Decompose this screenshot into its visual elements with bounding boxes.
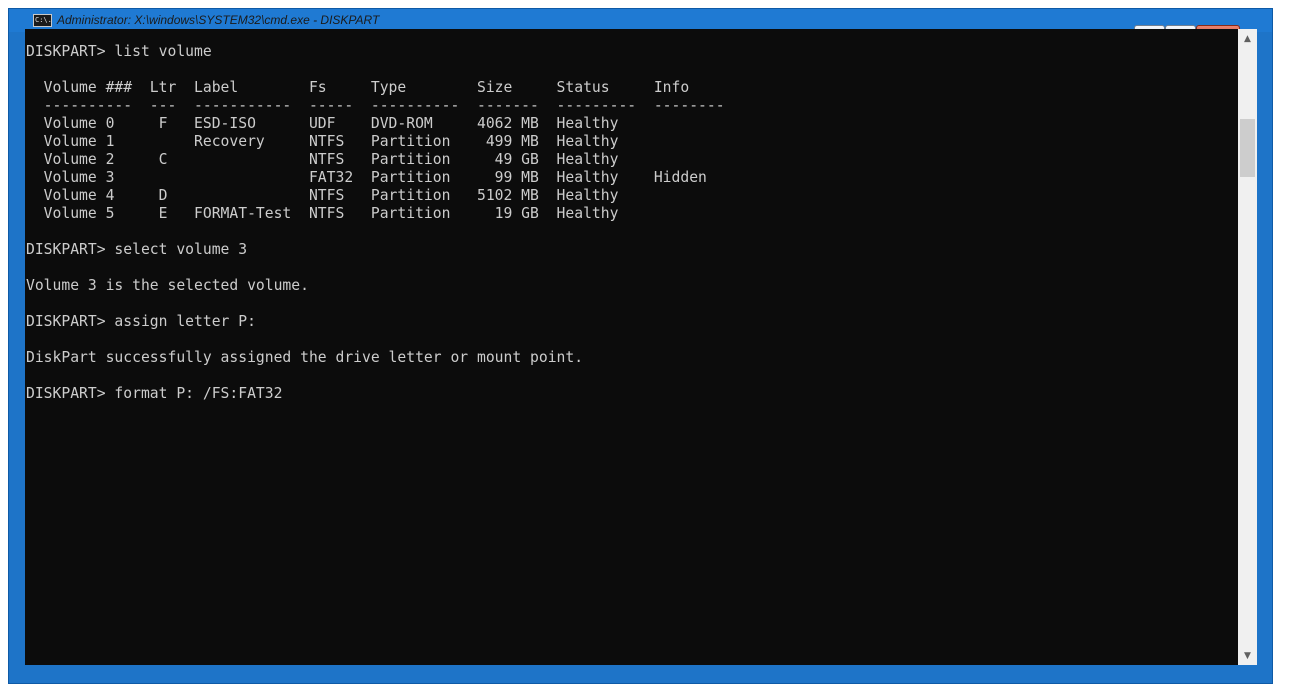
console-output[interactable]: DISKPART> list volume Volume ### Ltr Lab… bbox=[25, 29, 1238, 665]
scroll-up-icon[interactable]: ▲ bbox=[1238, 29, 1257, 48]
vertical-scrollbar[interactable]: ▲ ▼ bbox=[1238, 29, 1257, 665]
scroll-thumb[interactable] bbox=[1240, 119, 1255, 177]
window-title: Administrator: X:\windows\SYSTEM32\cmd.e… bbox=[57, 13, 380, 27]
scroll-down-icon[interactable]: ▼ bbox=[1238, 646, 1257, 665]
cmd-icon[interactable]: C:\. bbox=[33, 14, 52, 27]
console-text: DISKPART> list volume Volume ### Ltr Lab… bbox=[26, 43, 725, 402]
